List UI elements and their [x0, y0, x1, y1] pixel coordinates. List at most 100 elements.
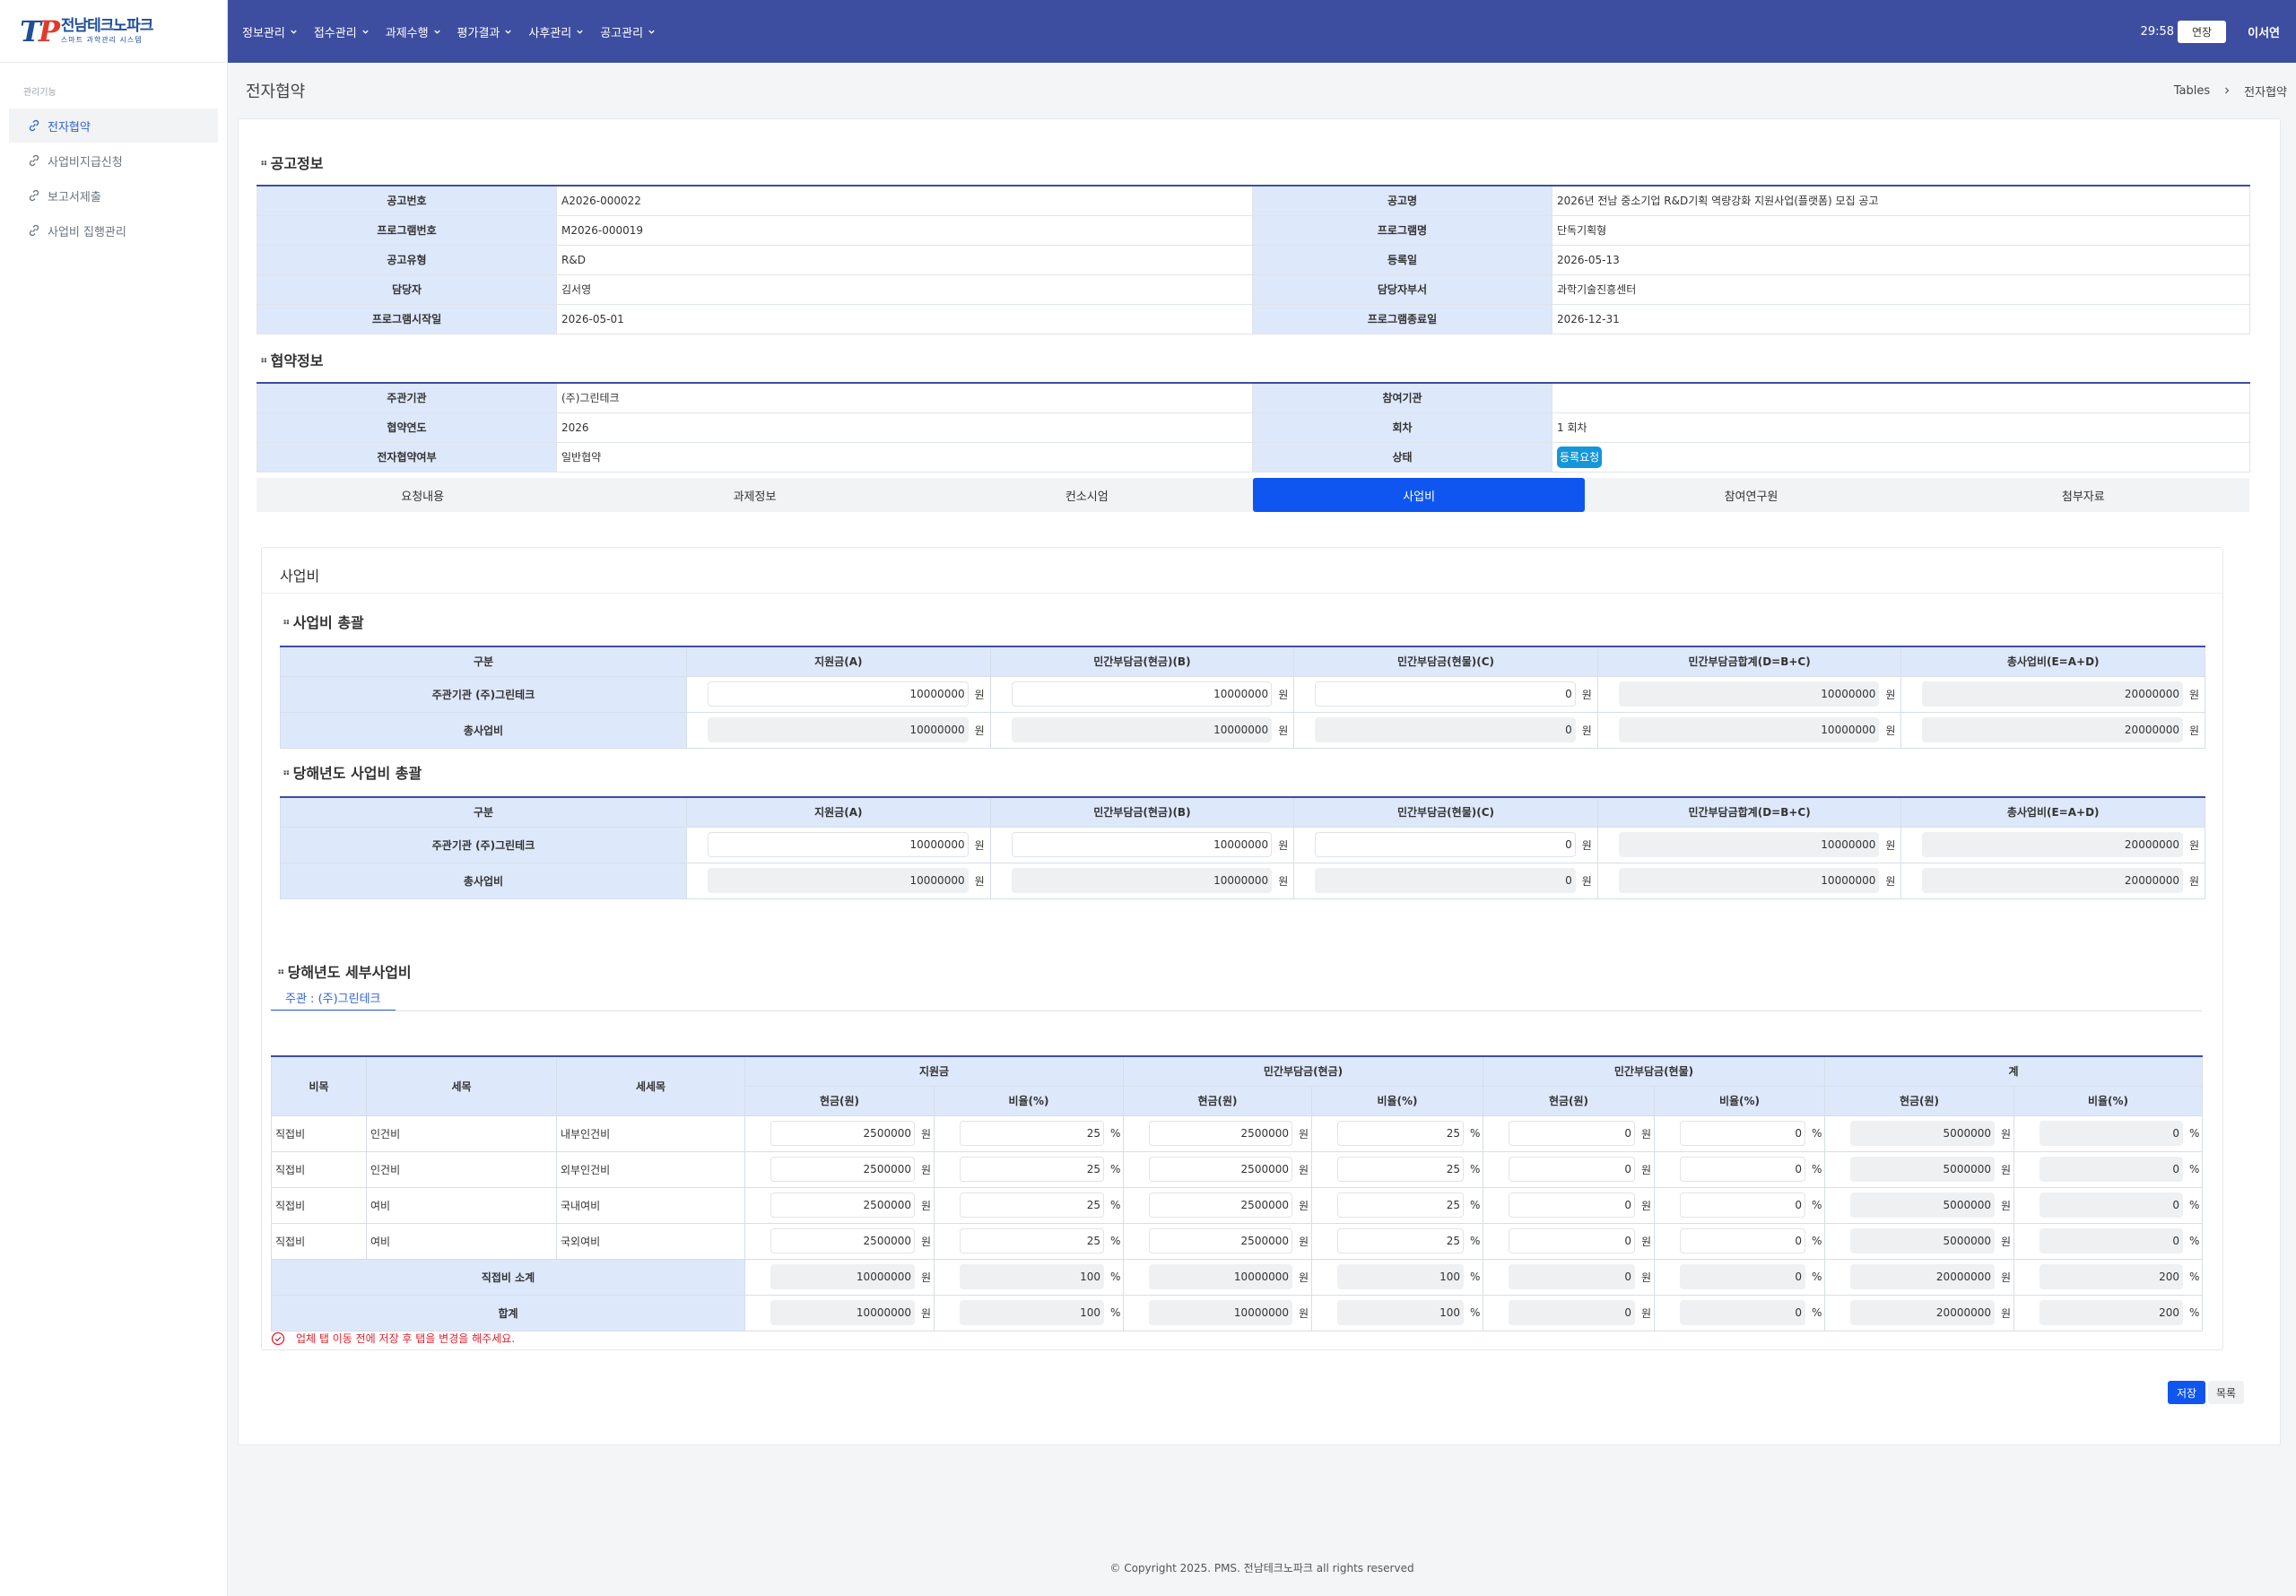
agreement-info-table: 주관기관 (주)그린테크 참여기관 협약연도 2026 회차 1 회차 전자협약여부 일반협약 상…: [257, 382, 2250, 473]
sidebar-item-budget-execution[interactable]: 사업비 집행관리: [9, 213, 218, 247]
notice-info-table: 공고번호 A2026-000022 공고명 2026년 전남 중소기업 R&D기획 역…: [257, 185, 2250, 334]
tab-0[interactable]: 요청내용: [257, 478, 588, 512]
unit-label: 원: [1278, 724, 1289, 737]
tab-3[interactable]: 사업비: [1252, 478, 1586, 512]
info-row: 전자협약여부 일반협약 상태 등록요청: [257, 441, 2250, 473]
logo-subtitle: 스마트 과학관리 시스템: [60, 35, 143, 44]
unit-label: 원: [2189, 838, 2200, 852]
info-value: 1 회차: [1552, 412, 2250, 443]
col-header: 민간부담금(현물)(C): [1293, 796, 1598, 828]
info-value: R&D: [556, 244, 1253, 275]
col-header: 지원금(A): [686, 796, 991, 828]
info-label: 협약연도: [257, 412, 557, 443]
row-label: 총사업비: [280, 862, 687, 899]
amount-cell: 20000000 원: [1900, 711, 2205, 749]
amount-cell: 0원: [1293, 711, 1598, 749]
section-title-notice: ⠶ 공고정보: [260, 155, 324, 172]
chevron-down-icon: [291, 30, 297, 34]
amount-cell: 10000000 원: [989, 826, 1295, 863]
nav-task-execution[interactable]: 과제수행: [386, 23, 441, 40]
col-header: 민간부담금(현금)(B): [989, 796, 1295, 828]
info-row: 담당자 김서영 담당자부서 과학기술진흥센터: [257, 273, 2250, 305]
amount-input: 0: [1315, 868, 1576, 893]
unit-label: 원: [1278, 874, 1289, 888]
info-label: 프로그램시작일: [257, 303, 557, 334]
summary-row: 총사업비 10000000 원 10000000 원 0 원 10000000 원 2000000…: [280, 711, 2205, 749]
info-value: 2026년 전남 중소기업 R&D기획 역량강화 지원사업(플랫폼) 모집 공고: [1552, 185, 2250, 216]
unit-label: 원: [1885, 724, 1896, 737]
nav-evaluation-result[interactable]: 평가결과: [457, 23, 513, 40]
amount-input: 10000000: [1011, 717, 1273, 742]
top-navbar: 정보관리 접수관리 과제수행 평가결과 사후관리 공고관리 29:58 연장 이…: [228, 0, 2296, 63]
logo-name: 전남테크노파크: [60, 16, 153, 35]
amount-input: 10000000: [1618, 717, 1880, 742]
summary-row: 주관기관 (주)그린테크 10000000 원 10000000 원 0 원 10000000…: [280, 675, 2205, 713]
unit-label: 원: [1885, 874, 1896, 888]
sidebar-item-report-submit[interactable]: 보고서제출: [9, 178, 218, 213]
amount-cell: 10000000 원: [686, 675, 991, 713]
nav-label: 접수관리: [313, 26, 357, 40]
sidebar: TP 전남테크노파크 스마트 과학관리 시스템 관리기능 전자협약 사업비지급신…: [0, 0, 228, 1596]
info-row: 프로그램번호 M2026-000019 프로그램명 단독기획형: [257, 214, 2250, 246]
footer-copyright: © Copyright 2025. PMS. 전남테크노파크 all right…: [1109, 1562, 1414, 1574]
info-value: M2026-000019: [556, 214, 1253, 246]
tab-1[interactable]: 과제정보: [588, 478, 920, 512]
amount-input: 0: [1315, 717, 1576, 742]
chevron-down-icon: [433, 30, 440, 34]
info-label: 공고유형: [257, 244, 557, 275]
nav-post-management[interactable]: 사후관리: [528, 23, 584, 40]
user-name[interactable]: 이서연: [2248, 23, 2280, 40]
info-row: 공고번호 A2026-000022 공고명 2026년 전남 중소기업 R&D기획 역…: [257, 185, 2250, 216]
tab-4[interactable]: 참여연구원: [1585, 478, 1917, 512]
col-header: 총사업비(E=A+D): [1900, 646, 2205, 677]
chevron-down-icon: [505, 30, 512, 34]
extend-session-button[interactable]: 연장: [2178, 20, 2227, 43]
info-row: 프로그램시작일 2026-05-01 프로그램종료일 2026-12-31: [257, 303, 2250, 334]
tab-2[interactable]: 컨소시엄: [921, 478, 1253, 512]
info-row: 협약연도 2026 회차 1 회차: [257, 412, 2250, 443]
amount-input[interactable]: 10000000: [708, 681, 969, 707]
info-row: 공고유형 R&D 등록일 2026-05-13: [257, 244, 2250, 275]
link-icon: [29, 119, 39, 132]
breadcrumb-item[interactable]: Tables: [2174, 84, 2210, 98]
list-button[interactable]: 목록: [2208, 1381, 2244, 1404]
tab-5[interactable]: 첨부자료: [1918, 478, 2249, 512]
amount-cell: 10000000 원: [989, 711, 1295, 749]
info-value: 2026: [556, 412, 1253, 443]
amount-input: 10000000: [1618, 681, 1880, 707]
section-title-budget-total: ⠶ 사업비 총괄: [283, 614, 364, 631]
sidebar-item-payment-request[interactable]: 사업비지급신청: [9, 143, 218, 178]
nav-label: 사후관리: [528, 26, 572, 40]
amount-input: 10000000: [708, 717, 969, 742]
save-button[interactable]: 저장: [2168, 1381, 2205, 1404]
amount-input[interactable]: 0: [1315, 832, 1576, 857]
logo[interactable]: TP 전남테크노파크 스마트 과학관리 시스템: [0, 0, 227, 63]
tab-org-main[interactable]: 주관 : (주)그린테크: [271, 984, 396, 1011]
amount-cell: 10000000 원: [1596, 675, 1902, 713]
breadcrumb-current: 전자협약: [2244, 85, 2287, 100]
amount-input: 10000000: [1618, 868, 1880, 893]
page-title: 전자협약: [246, 82, 306, 101]
summary-row: 총사업비 10000000 원 10000000 원 0 원 10000000 원 2000000…: [280, 862, 2205, 899]
sidebar-item-electronic-agreement[interactable]: 전자협약: [9, 108, 218, 143]
col-header: 민간부담금합계(D=B+C): [1596, 646, 1902, 677]
amount-input[interactable]: 10000000: [708, 832, 969, 857]
amount-cell: 10000000 원: [1596, 826, 1902, 863]
nav-info-management[interactable]: 정보관리: [242, 23, 298, 40]
info-value: 김서영: [556, 273, 1253, 305]
amount-input[interactable]: 10000000: [1011, 681, 1273, 707]
amount-input: 20000000: [1922, 681, 2183, 707]
link-icon: [29, 189, 39, 202]
nav-notice-management[interactable]: 공고관리: [600, 23, 656, 40]
amount-input[interactable]: 0: [1315, 681, 1576, 707]
budget-panel: 사업비 ⠶ 사업비 총괄 구분 지원금(A) 민간부담금(현금)(B) 민간부담금(현물…: [261, 547, 2223, 1350]
info-label: 담당자: [257, 273, 557, 305]
info-row: 주관기관 (주)그린테크 참여기관: [257, 382, 2250, 413]
amount-cell: 0원: [1293, 675, 1598, 713]
budget-panel-title: 사업비: [280, 568, 320, 585]
nav-reception-management[interactable]: 접수관리: [314, 23, 370, 40]
amount-input[interactable]: 10000000: [1011, 832, 1273, 857]
amount-cell: 10000000 원: [1596, 862, 1902, 899]
link-icon: [29, 224, 39, 237]
chevron-down-icon: [577, 30, 583, 34]
